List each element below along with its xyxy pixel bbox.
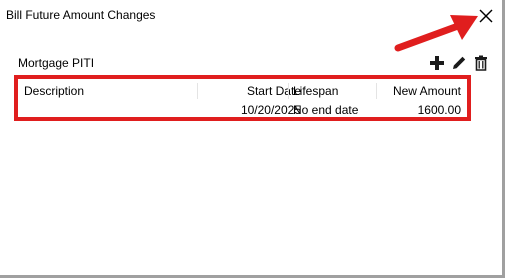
delete-button[interactable]: [472, 54, 490, 72]
column-header-lifespan[interactable]: Lifespan: [293, 81, 338, 101]
cell-start-date: 10/20/2025: [240, 103, 301, 117]
pencil-icon: [453, 56, 466, 69]
close-icon: [479, 9, 493, 23]
close-button[interactable]: [474, 4, 498, 28]
bill-name-label: Mortgage PITI: [18, 56, 95, 70]
table-header: Description Start Date Lifespan New Amou…: [18, 81, 467, 101]
column-separator: [288, 83, 289, 99]
dialog-window: Bill Future Amount Changes Mortgage PITI…: [0, 0, 505, 278]
add-button[interactable]: [428, 54, 446, 72]
column-header-new-amount[interactable]: New Amount: [393, 81, 461, 101]
window-title: Bill Future Amount Changes: [6, 8, 156, 22]
table-row[interactable]: 10/20/2025 No end date 1600.00: [18, 100, 467, 120]
cell-new-amount: 1600.00: [417, 103, 461, 117]
trash-icon: [475, 55, 487, 71]
column-separator: [376, 83, 377, 99]
future-changes-table: Description Start Date Lifespan New Amou…: [14, 75, 471, 121]
plus-icon: [430, 56, 444, 70]
cell-lifespan: No end date: [293, 103, 359, 117]
column-header-description[interactable]: Description: [24, 81, 84, 101]
column-separator: [197, 83, 198, 99]
edit-button[interactable]: [450, 54, 468, 72]
annotation-arrow-icon: [394, 15, 478, 52]
